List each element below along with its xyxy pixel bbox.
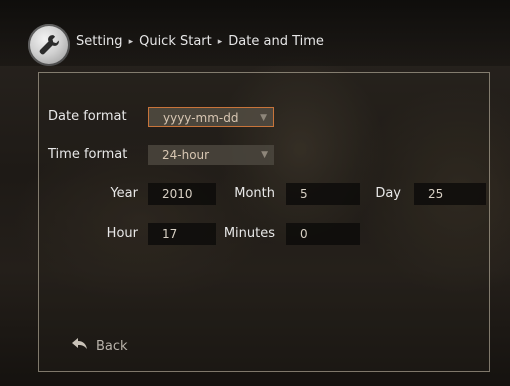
date-format-label: Date format [48,109,127,124]
year-field[interactable]: 2010 [148,183,216,205]
back-button[interactable]: Back [70,337,128,355]
minutes-label: Minutes [223,226,275,241]
breadcrumb-quick-start[interactable]: Quick Start [139,34,212,49]
year-label: Year [110,186,138,201]
dropdown-arrow-icon: ▼ [261,150,268,160]
breadcrumb: Setting ▸ Quick Start ▸ Date and Time [76,34,324,49]
breadcrumb-date-and-time: Date and Time [228,34,324,49]
date-format-select[interactable]: yyyy-mm-dd ▼ [148,107,274,127]
day-label: Day [375,186,401,201]
back-label: Back [96,338,128,354]
breadcrumb-setting[interactable]: Setting [76,34,123,49]
hour-field[interactable]: 17 [148,223,216,245]
day-field[interactable]: 25 [414,183,486,205]
wrench-icon [28,24,70,66]
dropdown-arrow-icon: ▼ [260,113,267,123]
time-format-select[interactable]: 24-hour ▼ [148,145,274,165]
breadcrumb-separator: ▸ [217,36,223,47]
back-arrow-icon [70,337,88,355]
breadcrumb-separator: ▸ [128,36,134,47]
month-field[interactable]: 5 [286,183,360,205]
time-format-label: Time format [48,147,128,162]
date-format-value: yyyy-mm-dd [163,111,239,125]
month-label: Month [234,186,275,201]
minutes-field[interactable]: 0 [286,223,360,245]
hour-label: Hour [106,226,138,241]
time-format-value: 24-hour [162,148,210,162]
header-bar: Setting ▸ Quick Start ▸ Date and Time [0,0,510,66]
